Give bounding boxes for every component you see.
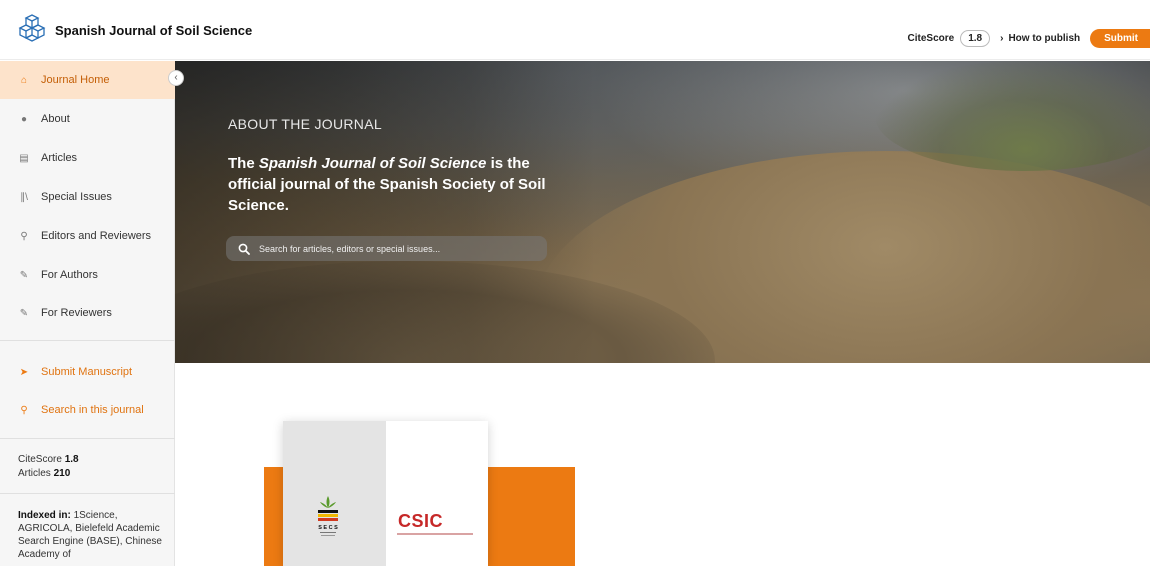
sidebar: ⌂ Journal Home ● About ▤ Articles ∥\ Spe… [0,61,175,566]
stats-articles-value: 210 [53,468,71,479]
csic-subtitle-line [397,533,473,535]
sidebar-item-special-issues[interactable]: ∥\ Special Issues [0,178,175,216]
how-to-publish-link[interactable]: › How to publish [1000,33,1080,44]
sidebar-item-articles[interactable]: ▤ Articles [0,139,175,177]
hero-text-journal-name: Spanish Journal of Soil Science [258,155,487,172]
stats-citescore-label: CiteScore [18,454,62,465]
header-actions: CiteScore 1.8 › How to publish Submit [908,28,1150,48]
sidebar-item-label: For Reviewers [41,307,112,319]
hero-search-bar[interactable] [226,236,547,261]
citescore-label: CiteScore [907,32,955,44]
csic-logo: CSIC [398,511,444,531]
stats-citescore-value: 1.8 [64,454,79,465]
citescore-badge: 1.8 [960,29,991,47]
sidebar-item-editors-reviewers[interactable]: ⚲ Editors and Reviewers [0,217,175,255]
divider [0,493,175,494]
how-to-publish-label: How to publish [1008,32,1081,44]
books-icon: ∥\ [20,191,28,203]
hero-text-pre: The [228,155,259,172]
sidebar-action-search-journal[interactable]: ⚲ Search in this journal [0,391,175,429]
search-input[interactable] [259,243,529,254]
svg-text:S E C S: S E C S [318,525,338,531]
pen-icon: ✎ [19,269,29,281]
search-icon [238,243,250,255]
hero-banner: ABOUT THE JOURNAL The Spanish Journal of… [175,61,1150,363]
journal-cover-card[interactable]: S E C S CSIC [283,421,488,566]
top-bar: Spanish Journal of Soil Science CiteScor… [0,0,1150,60]
sidebar-item-label: For Authors [41,269,98,281]
hero-description: The Spanish Journal of Soil Science is t… [228,153,573,216]
info-icon: ● [20,113,28,125]
sidebar-action-submit-manuscript[interactable]: ➤ Submit Manuscript [0,353,175,391]
sidebar-item-label: Articles [41,152,78,164]
sidebar-item-for-authors[interactable]: ✎ For Authors [0,256,175,294]
chevron-right-icon: › [1000,32,1004,44]
divider [0,340,175,341]
sidebar-item-label: Special Issues [41,191,112,203]
divider [0,438,175,439]
sidebar-item-label: About [41,113,70,125]
indexed-in: Indexed in: 1Science, AGRICOLA, Bielefel… [18,509,163,561]
secs-logo: S E C S [318,496,338,536]
home-icon: ⌂ [20,74,28,86]
indexed-label: Indexed in: [18,510,71,521]
sidebar-action-label: Submit Manuscript [41,366,133,378]
journal-title[interactable]: Spanish Journal of Soil Science [55,23,252,38]
stats-articles-label: Articles [18,468,51,479]
hero-kicker: ABOUT THE JOURNAL [228,116,382,132]
sidebar-item-label: Editors and Reviewers [41,230,152,242]
pen-icon: ✎ [19,307,29,319]
journal-stats: CiteScore 1.8 Articles 210 [18,453,79,481]
submit-button[interactable]: Submit [1090,28,1150,48]
user-icon: ⚲ [20,230,28,242]
sidebar-action-label: Search in this journal [41,404,144,416]
search-icon: ⚲ [20,404,28,416]
sidebar-item-label: Journal Home [41,74,110,86]
sidebar-item-for-reviewers[interactable]: ✎ For Reviewers [0,294,175,332]
document-icon: ▤ [19,152,29,164]
journal-logo-icon[interactable] [18,14,46,46]
send-icon: ➤ [19,366,29,378]
sidebar-item-about[interactable]: ● About [0,100,175,138]
sidebar-item-journal-home[interactable]: ⌂ Journal Home [0,61,175,99]
collapse-sidebar-button[interactable]: ‹ [168,70,184,86]
